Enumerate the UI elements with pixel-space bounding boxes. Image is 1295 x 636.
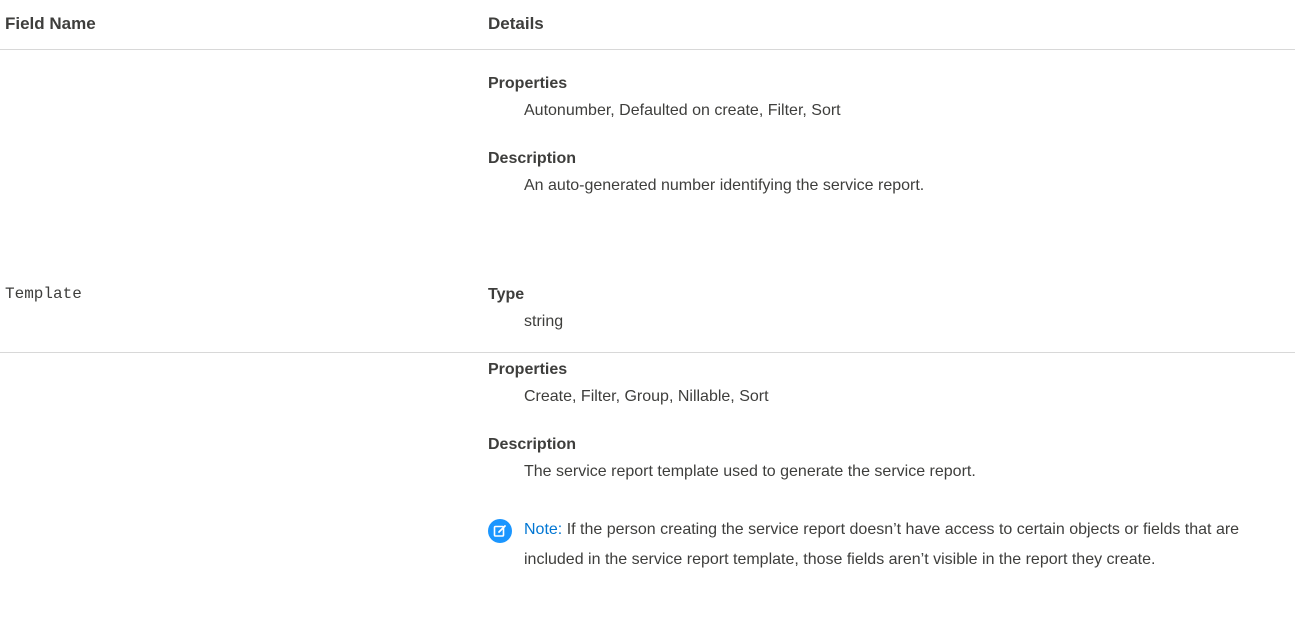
- table-header-row: Field Name Details: [0, 0, 1295, 50]
- description-label: Description: [488, 150, 577, 167]
- table-row: Template Type string Properties Create, …: [0, 270, 1295, 636]
- type-block: Type string: [488, 273, 1268, 331]
- details-column-header: Details: [488, 14, 544, 33]
- description-value: The service report template used to gene…: [524, 463, 976, 480]
- note-body: If the person creating the service repor…: [524, 521, 1240, 568]
- type-label: Type: [488, 286, 525, 303]
- note-label: Note:: [524, 521, 563, 538]
- description-block: Description The service report template …: [488, 423, 1268, 481]
- edit-note-icon: [488, 519, 512, 543]
- properties-block: Properties Create, Filter, Group, Nillab…: [488, 348, 1268, 406]
- note-text: Note: If the person creating the service…: [524, 515, 1244, 575]
- description-block: Description An auto-generated number ide…: [488, 150, 1268, 195]
- properties-label: Properties: [488, 75, 568, 92]
- field-name-column-header: Field Name: [5, 14, 96, 33]
- properties-block: Properties Autonumber, Defaulted on crea…: [488, 75, 1268, 120]
- field-name-cell: Template: [5, 285, 82, 303]
- description-label: Description: [488, 436, 577, 453]
- properties-label: Properties: [488, 361, 568, 378]
- properties-value: Autonumber, Defaulted on create, Filter,…: [524, 102, 841, 119]
- type-value: string: [524, 313, 564, 330]
- properties-value: Create, Filter, Group, Nillable, Sort: [524, 388, 769, 405]
- description-value: An auto-generated number identifying the…: [524, 177, 925, 194]
